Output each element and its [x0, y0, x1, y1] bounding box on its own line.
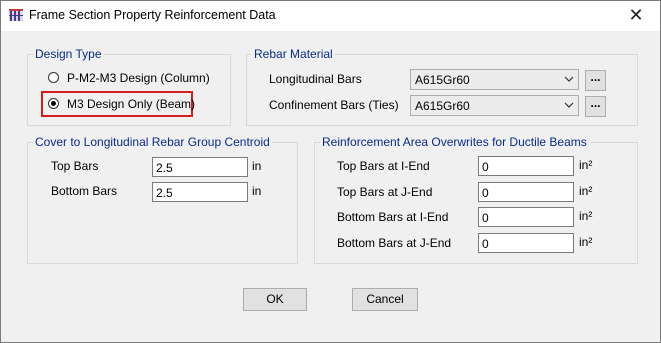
- close-button[interactable]: ✕: [613, 1, 659, 30]
- bottom-bars-unit: in: [252, 184, 262, 198]
- longitudinal-bars-more-button[interactable]: ...: [585, 70, 606, 91]
- window-title: Frame Section Property Reinforcement Dat…: [29, 8, 276, 22]
- overwrite-unit: in²: [579, 209, 593, 223]
- overwrite-row-label: Bottom Bars at J-End: [337, 236, 452, 250]
- confinement-bars-select[interactable]: A615Gr60: [410, 95, 579, 116]
- confinement-bars-more-button[interactable]: ...: [585, 96, 606, 117]
- bottom-bars-j-end-input[interactable]: 0: [478, 233, 574, 253]
- bottom-bars-i-end-input[interactable]: 0: [478, 207, 574, 227]
- bottom-bars-i-end-value: 0: [482, 211, 489, 225]
- chevron-down-icon: [564, 76, 574, 82]
- overwrite-row-label: Top Bars at I-End: [337, 159, 430, 173]
- overwrite-unit: in²: [579, 158, 593, 172]
- top-bars-i-end-input[interactable]: 0: [478, 156, 574, 176]
- ok-button[interactable]: OK: [243, 288, 307, 311]
- design-type-legend: Design Type: [33, 46, 104, 62]
- confinement-bars-label: Confinement Bars (Ties): [269, 98, 399, 112]
- overwrite-unit: in²: [579, 184, 593, 198]
- app-grid-icon: [9, 9, 23, 21]
- top-bars-j-end-value: 0: [482, 186, 489, 200]
- top-bars-unit: in: [252, 159, 262, 173]
- overwrite-unit: in²: [579, 235, 593, 249]
- dialog-window: Frame Section Property Reinforcement Dat…: [0, 0, 661, 343]
- overwrites-legend: Reinforcement Area Overwrites for Ductil…: [320, 134, 589, 150]
- longitudinal-bars-select[interactable]: A615Gr60: [410, 69, 579, 90]
- confinement-bars-value: A615Gr60: [415, 99, 470, 113]
- chevron-down-icon: [564, 102, 574, 108]
- top-bars-cover-input[interactable]: 2.5: [152, 157, 248, 177]
- radio-beam-design-label[interactable]: M3 Design Only (Beam): [67, 97, 195, 111]
- bottom-bars-cover-input[interactable]: 2.5: [152, 182, 248, 202]
- bottom-bars-cover-value: 2.5: [156, 186, 173, 200]
- title-bar[interactable]: Frame Section Property Reinforcement Dat…: [1, 1, 660, 31]
- cancel-button[interactable]: Cancel: [352, 288, 418, 311]
- radio-column-design-label[interactable]: P-M2-M3 Design (Column): [67, 71, 210, 85]
- longitudinal-bars-value: A615Gr60: [415, 73, 470, 87]
- longitudinal-bars-label: Longitudinal Bars: [269, 72, 362, 86]
- overwrite-row-label: Top Bars at J-End: [337, 185, 433, 199]
- cover-legend: Cover to Longitudinal Rebar Group Centro…: [33, 134, 272, 150]
- overwrite-row-label: Bottom Bars at I-End: [337, 210, 449, 224]
- radio-beam-design[interactable]: [48, 98, 59, 109]
- rebar-material-legend: Rebar Material: [252, 46, 335, 62]
- close-icon: ✕: [628, 5, 644, 26]
- radio-column-design[interactable]: [48, 72, 59, 83]
- bottom-bars-j-end-value: 0: [482, 237, 489, 251]
- bottom-bars-label: Bottom Bars: [51, 184, 118, 198]
- top-bars-label: Top Bars: [51, 159, 99, 173]
- top-bars-i-end-value: 0: [482, 160, 489, 174]
- top-bars-cover-value: 2.5: [156, 161, 173, 175]
- top-bars-j-end-input[interactable]: 0: [478, 182, 574, 202]
